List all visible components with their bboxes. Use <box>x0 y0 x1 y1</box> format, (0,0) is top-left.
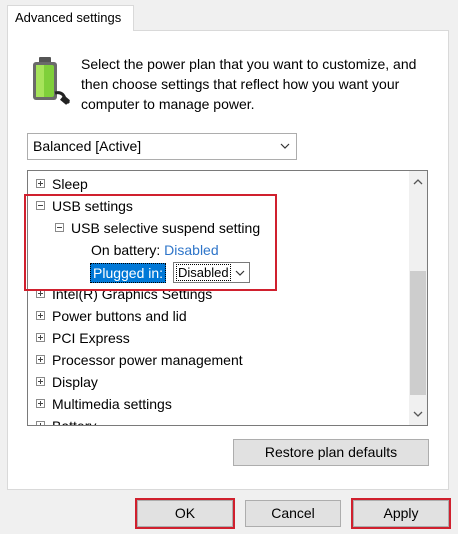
expand-icon[interactable] <box>36 399 45 408</box>
plugged-in-value: Disabled <box>176 264 231 281</box>
expand-icon[interactable] <box>36 179 45 188</box>
tree-item-label: Intel(R) Graphics Settings <box>52 286 213 302</box>
scroll-up-icon[interactable] <box>409 173 427 191</box>
tree-item-label: Display <box>52 374 98 390</box>
tree-item-label: Multimedia settings <box>52 396 172 412</box>
tree-item-label: Power buttons and lid <box>52 308 187 324</box>
cancel-button[interactable]: Cancel <box>245 500 341 527</box>
tab-label: Advanced settings <box>15 10 122 25</box>
chevron-down-icon <box>235 270 245 276</box>
description-text: Select the power plan that you want to c… <box>81 56 417 112</box>
power-plan-value: Balanced [Active] <box>33 138 142 154</box>
tree-item-label: Sleep <box>52 176 88 192</box>
tree-item-label: Battery <box>52 418 97 426</box>
tree-item-label: PCI Express <box>52 330 130 346</box>
expand-icon[interactable] <box>36 377 45 386</box>
plugged-in-dropdown[interactable]: Disabled <box>173 262 250 283</box>
tree-item-label: USB settings <box>52 198 133 214</box>
expand-icon[interactable] <box>36 421 45 425</box>
chevron-down-icon <box>280 143 290 149</box>
expand-icon[interactable] <box>36 355 45 364</box>
ok-button[interactable]: OK <box>137 500 233 527</box>
on-battery-value-link[interactable]: Disabled <box>164 242 218 258</box>
power-plan-dropdown[interactable]: Balanced [Active] <box>27 133 297 160</box>
restore-plan-defaults-button[interactable]: Restore plan defaults <box>233 439 429 466</box>
expand-icon[interactable] <box>36 333 45 342</box>
scroll-thumb[interactable] <box>410 271 426 395</box>
tree-scrollbar[interactable] <box>409 171 427 425</box>
collapse-icon[interactable] <box>36 201 45 210</box>
collapse-icon[interactable] <box>55 223 64 232</box>
on-battery-label: On battery: <box>91 242 161 258</box>
settings-tree[interactable]: Sleep USB settings USB selective suspend… <box>27 170 428 426</box>
expand-icon[interactable] <box>36 289 45 298</box>
plugged-in-label[interactable]: Plugged in: <box>90 263 167 283</box>
expand-icon[interactable] <box>36 311 45 320</box>
battery-plug-icon <box>33 57 71 105</box>
tree-item-label: Processor power management <box>52 352 243 368</box>
scroll-down-icon[interactable] <box>409 405 427 423</box>
on-battery-setting[interactable]: On battery: Disabled <box>91 239 219 261</box>
apply-button[interactable]: Apply <box>353 500 449 527</box>
tree-item-label: USB selective suspend setting <box>71 220 261 236</box>
tab-advanced-settings[interactable]: Advanced settings <box>7 5 134 31</box>
